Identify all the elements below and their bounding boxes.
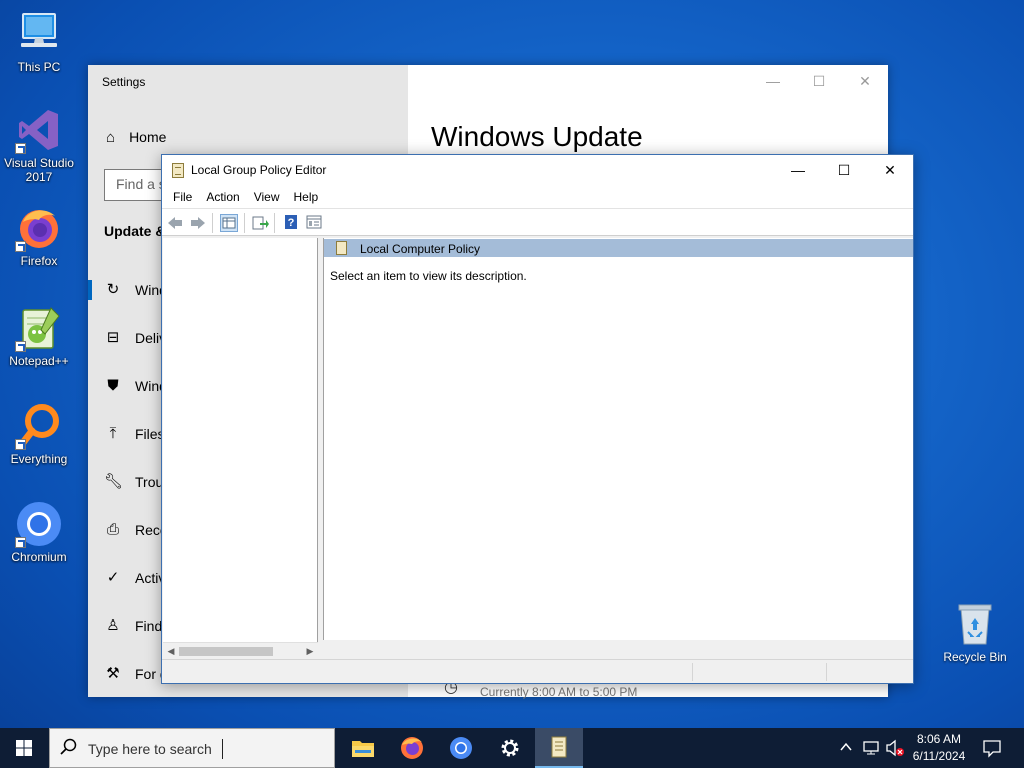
desktop-icon-label: This PC <box>17 60 61 74</box>
taskbar-file-explorer[interactable] <box>339 728 387 768</box>
network-icon[interactable] <box>862 739 880 757</box>
gpe-window-controls: — ☐ ✕ <box>775 155 913 186</box>
settings-gear-icon <box>501 739 519 757</box>
taskbar-settings[interactable] <box>486 728 534 768</box>
gpe-detail-pane: Local Computer Policy Select an item to … <box>323 238 913 640</box>
gpe-toolbar: ? <box>162 208 913 236</box>
desktop-icon-label: Recycle Bin <box>943 650 1007 664</box>
windows-logo-icon <box>16 740 32 756</box>
recycle-bin-icon <box>951 600 999 648</box>
policy-icon <box>336 241 347 255</box>
active-hours-text: Currently 8:00 AM to 5:00 PM <box>480 685 638 699</box>
gpe-menubar: File Action View Help <box>162 186 913 208</box>
close-button[interactable]: ✕ <box>842 65 888 97</box>
check-circle-icon: ✓ <box>106 569 120 586</box>
gpe-tree-horizontal-scrollbar[interactable]: ◀ ▶ <box>163 642 318 659</box>
menu-file[interactable]: File <box>166 186 199 208</box>
taskbar-group-policy-editor[interactable] <box>535 728 583 768</box>
export-list-icon[interactable] <box>251 214 269 232</box>
this-pc-icon <box>15 10 63 58</box>
help-icon[interactable]: ? <box>282 214 300 232</box>
settings-page-title: Windows Update <box>431 121 643 152</box>
desktop-icon-visual-studio[interactable]: Visual Studio 2017 <box>2 106 76 184</box>
notepadpp-icon <box>15 304 63 352</box>
maximize-button[interactable]: ☐ <box>821 155 867 186</box>
minimize-button[interactable]: — <box>750 65 796 97</box>
shield-icon: ⛊ <box>107 377 119 394</box>
text-cursor <box>222 739 223 759</box>
desktop-icon-label: Chromium <box>11 550 67 564</box>
person-icon: ♙ <box>106 617 120 634</box>
desktop-icon-recycle-bin[interactable]: Recycle Bin <box>938 600 1012 664</box>
visual-studio-icon <box>15 106 63 154</box>
settings-section-title: Update & <box>104 223 166 239</box>
gpe-detail-header-label: Local Computer Policy <box>360 242 481 256</box>
menu-help[interactable]: Help <box>287 186 326 208</box>
gpe-description: Select an item to view its description. <box>330 269 527 283</box>
volume-muted-icon[interactable] <box>885 739 905 757</box>
desktop-icon-everything[interactable]: Everything <box>2 402 76 466</box>
settings-window-controls: — ☐ ✕ <box>750 65 888 97</box>
desktop-icon-label: Firefox <box>20 254 58 268</box>
firefox-icon <box>401 737 423 759</box>
menu-view[interactable]: View <box>247 186 287 208</box>
group-policy-editor-icon <box>551 736 567 758</box>
settings-nav-item-label: Find <box>135 618 163 634</box>
everything-icon <box>15 402 63 450</box>
desktop-icon-notepadpp[interactable]: Notepad++ <box>2 304 76 368</box>
back-arrow-icon[interactable] <box>166 214 184 232</box>
desktop-icon-this-pc[interactable]: This PC <box>2 10 76 74</box>
gpe-title: Local Group Policy Editor <box>191 163 327 177</box>
group-policy-editor-window: Local Group Policy Editor — ☐ ✕ File Act… <box>161 154 914 684</box>
properties-icon[interactable] <box>305 214 323 232</box>
taskbar-firefox[interactable] <box>388 728 436 768</box>
taskbar-search-placeholder: Type here to search <box>88 741 212 757</box>
chromium-icon <box>450 737 472 759</box>
file-explorer-icon <box>352 741 374 757</box>
menu-action[interactable]: Action <box>199 186 246 208</box>
taskbar: Type here to search 8:06 AM 6/11/2024 <box>0 728 1024 768</box>
scroll-thumb[interactable] <box>179 647 273 656</box>
taskbar-clock[interactable]: 8:06 AM 6/11/2024 <box>906 731 972 765</box>
notifications-icon[interactable] <box>982 738 1002 758</box>
taskbar-search-box[interactable]: Type here to search <box>49 728 335 768</box>
delivery-icon: ⊟ <box>106 329 120 346</box>
desktop-icon-label: Everything <box>10 452 68 466</box>
firefox-icon <box>15 204 63 252</box>
settings-nav-item-label: Trou <box>135 474 164 490</box>
show-hide-tree-icon[interactable] <box>220 214 238 232</box>
close-button[interactable]: ✕ <box>867 155 913 186</box>
maximize-button[interactable]: ☐ <box>796 65 842 97</box>
settings-app-title: Settings <box>102 75 146 89</box>
upload-icon: ⤒ <box>109 425 117 442</box>
desktop-icon-label: Notepad++ <box>9 354 69 368</box>
chevron-up-icon[interactable] <box>839 740 853 756</box>
gpe-detail-header: Local Computer Policy <box>324 239 913 257</box>
taskbar-chromium[interactable] <box>437 728 485 768</box>
recovery-icon: ⎙ <box>106 521 119 538</box>
settings-home-link[interactable]: ⌂ Home <box>106 129 166 146</box>
scroll-right-icon[interactable]: ▶ <box>302 643 318 660</box>
scroll-left-icon[interactable]: ◀ <box>163 643 179 660</box>
desktop-icon-chromium[interactable]: Chromium <box>2 500 76 564</box>
gpe-statusbar <box>162 659 913 683</box>
forward-arrow-icon[interactable] <box>189 214 207 232</box>
gpe-app-icon <box>172 163 184 178</box>
gpe-tree-pane[interactable] <box>163 238 318 661</box>
svg-text:?: ? <box>288 217 295 229</box>
minimize-button[interactable]: — <box>775 155 821 186</box>
sync-icon: ↻ <box>106 281 120 298</box>
chromium-icon <box>15 500 63 548</box>
start-button[interactable] <box>0 728 48 768</box>
gpe-titlebar[interactable]: Local Group Policy Editor — ☐ ✕ <box>162 155 913 186</box>
wrench-icon: 🔧︎ <box>104 473 124 490</box>
clock-time: 8:06 AM <box>916 732 962 746</box>
desktop-icon-label: Visual Studio 2017 <box>4 156 74 184</box>
home-icon: ⌂ <box>106 129 116 146</box>
tools-icon: ⚒ <box>106 665 120 682</box>
desktop-icon-firefox[interactable]: Firefox <box>2 204 76 268</box>
clock-date: 6/11/2024 <box>912 749 966 763</box>
settings-home-label: Home <box>129 129 167 145</box>
search-icon <box>60 738 78 761</box>
